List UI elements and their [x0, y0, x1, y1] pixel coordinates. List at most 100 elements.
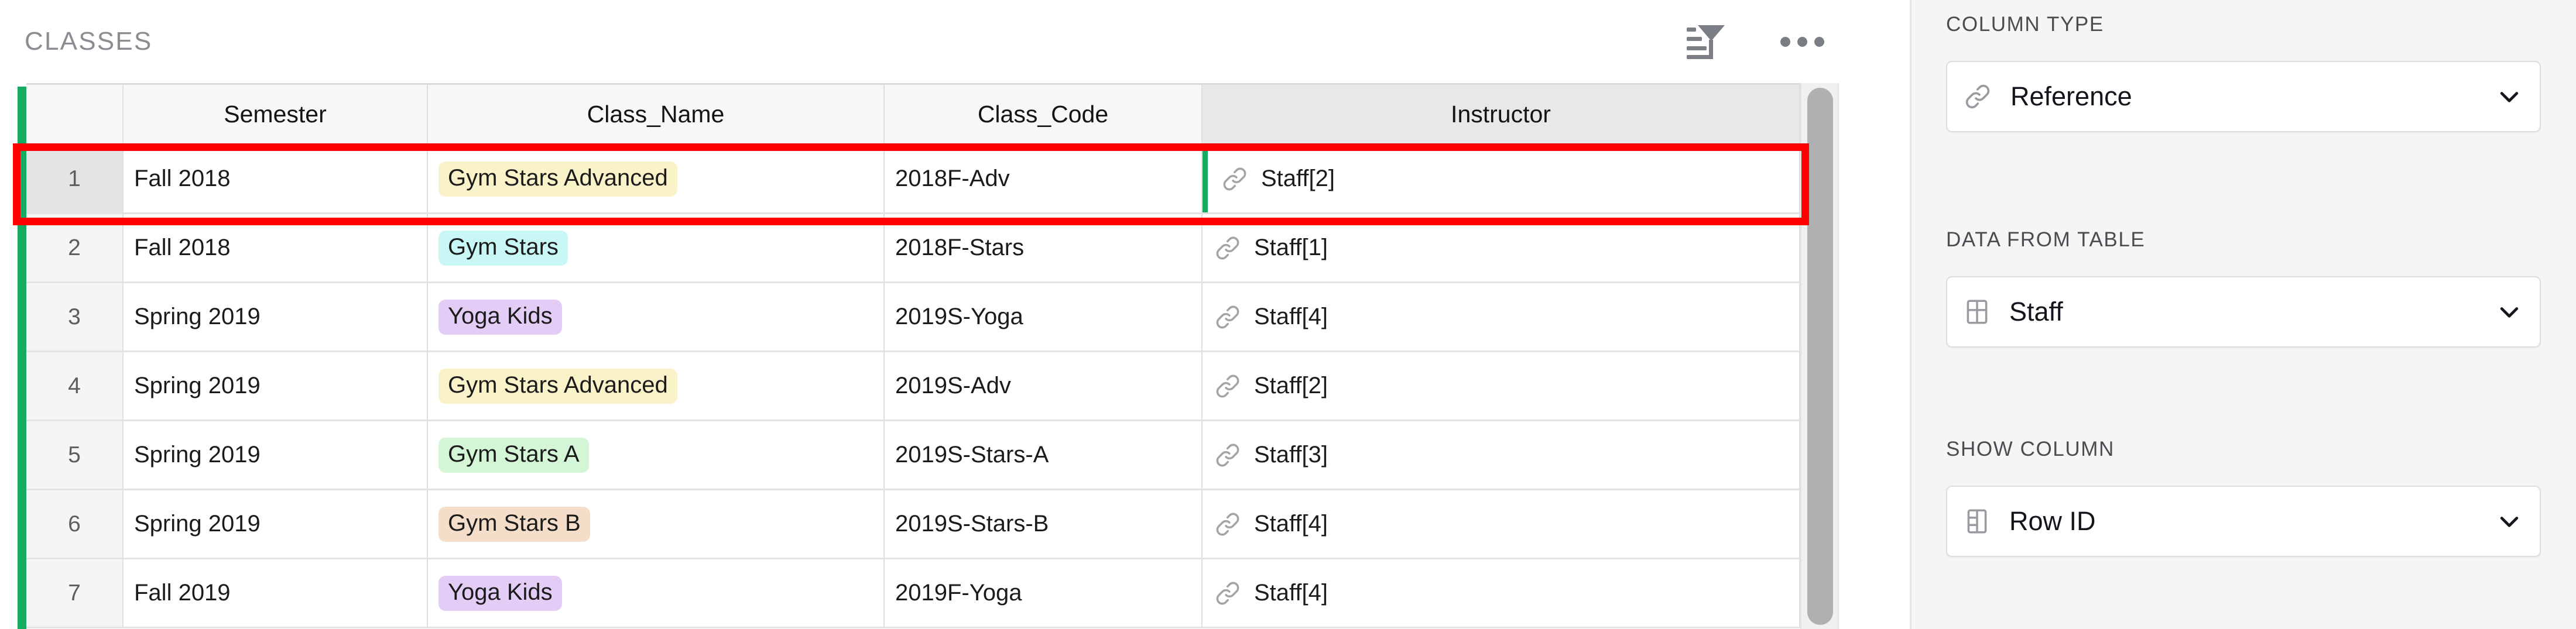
table-header-row: Semester Class_Name Class_Code Instructo…	[26, 83, 1800, 145]
column-header-class-code[interactable]: Class_Code	[885, 83, 1203, 145]
class-name-tag: Yoga Kids	[439, 575, 562, 611]
section-column-type: COLUMN TYPE Reference	[1946, 13, 2541, 132]
more-options-icon	[1780, 36, 1824, 47]
cell-semester[interactable]: Spring 2019	[124, 352, 428, 421]
row-number-cell[interactable]: 5	[26, 421, 124, 490]
cell-class-code[interactable]: 2019S-Stars-B	[885, 490, 1203, 559]
cell-class-name[interactable]: Gym Stars Advanced	[428, 145, 885, 214]
cell-instructor[interactable]: Staff[2]	[1203, 352, 1800, 421]
chevron-down-icon[interactable]	[2496, 84, 2522, 109]
class-name-tag: Gym Stars Advanced	[439, 161, 677, 197]
cell-class-code[interactable]: 2019S-Adv	[885, 352, 1203, 421]
row-number-cell[interactable]: 6	[26, 490, 124, 559]
reference-value: Staff[4]	[1213, 510, 1328, 539]
cell-class-code[interactable]: 2019S-Stars-A	[885, 421, 1203, 490]
cell-semester[interactable]: Fall 2018	[124, 145, 428, 214]
cell-class-code[interactable]: 2018F-Adv	[885, 145, 1203, 214]
column-type-select[interactable]: Reference	[1946, 61, 2541, 132]
reference-label: Staff[4]	[1254, 511, 1328, 537]
reference-value: Staff[2]	[1220, 164, 1335, 194]
cell-class-name[interactable]: Gym Stars	[428, 214, 885, 283]
column-header-semester[interactable]: Semester	[124, 83, 428, 145]
cell-class-name[interactable]: Gym Stars Advanced	[428, 352, 885, 421]
table-toolbar: CLASSES	[0, 0, 1911, 83]
cell-semester[interactable]: Fall 2019	[124, 559, 428, 628]
row-number-cell[interactable]: 1	[26, 145, 124, 214]
row-number-cell[interactable]: 2	[26, 214, 124, 283]
link-icon	[1962, 81, 1993, 112]
reference-label: Staff[2]	[1261, 166, 1335, 191]
reference-value: Staff[3]	[1213, 441, 1328, 470]
cell-instructor[interactable]: Staff[4]	[1203, 490, 1800, 559]
row-number-cell[interactable]: 3	[26, 283, 124, 352]
link-icon	[1213, 579, 1242, 608]
column-header-instructor[interactable]: Instructor	[1203, 83, 1800, 145]
row-number-cell[interactable]: 7	[26, 559, 124, 628]
column-inspector-panel: COLUMN TYPE Reference DATA FROM TABLE St…	[1911, 0, 2576, 629]
table-row[interactable]: 6 Spring 2019 Gym Stars B 2019S-Stars-B Staf…	[26, 490, 1800, 559]
cell-semester[interactable]: Fall 2018	[124, 214, 428, 283]
cell-class-code[interactable]: 2019S-Yoga	[885, 283, 1203, 352]
column-header-class-name[interactable]: Class_Name	[428, 83, 885, 145]
cell-class-name[interactable]: Yoga Kids	[428, 559, 885, 628]
cell-instructor[interactable]: Staff[3]	[1203, 421, 1800, 490]
sort-filter-button[interactable]	[1681, 19, 1726, 64]
column-header-rownum[interactable]	[26, 83, 124, 145]
cell-instructor[interactable]: Staff[4]	[1203, 559, 1800, 628]
selected-cell-marker	[1203, 145, 1208, 212]
cell-class-name[interactable]: Yoga Kids	[428, 283, 885, 352]
table-row[interactable]: 5 Spring 2019 Gym Stars A 2019S-Stars-A Staf…	[26, 421, 1800, 490]
classes-table-panel: CLASSES Semester Class_Name Class_Code I…	[0, 0, 1912, 629]
data-grid: Semester Class_Name Class_Code Instructo…	[0, 83, 1911, 629]
reference-value: Staff[4]	[1213, 579, 1328, 608]
more-options-button[interactable]	[1780, 19, 1824, 64]
show-column-select[interactable]: Row ID	[1946, 486, 2541, 557]
table-row[interactable]: 2 Fall 2018 Gym Stars 2018F-Stars Staff[1]	[26, 214, 1800, 283]
app-root: CLASSES Semester Class_Name Class_Code I…	[0, 0, 2576, 629]
row-number-cell[interactable]: 4	[26, 352, 124, 421]
cell-class-name[interactable]: Gym Stars A	[428, 421, 885, 490]
table-row[interactable]: 7 Fall 2019 Yoga Kids 2019F-Yoga Staff[4]	[26, 559, 1800, 628]
cell-semester[interactable]: Spring 2019	[124, 421, 428, 490]
link-icon	[1213, 233, 1242, 263]
vertical-scrollbar-thumb[interactable]	[1807, 88, 1833, 625]
cell-instructor[interactable]: Staff[2]	[1203, 145, 1800, 214]
table-body: 1 Fall 2018 Gym Stars Advanced 2018F-Adv Sta…	[26, 145, 1800, 628]
show-column-value: Row ID	[2009, 506, 2096, 536]
cell-class-code[interactable]: 2019F-Yoga	[885, 559, 1203, 628]
data-from-table-select[interactable]: Staff	[1946, 276, 2541, 348]
table-row[interactable]: 1 Fall 2018 Gym Stars Advanced 2018F-Adv Sta…	[26, 145, 1800, 214]
grid-viewport[interactable]: Semester Class_Name Class_Code Instructo…	[26, 83, 1800, 629]
section-data-from-table: DATA FROM TABLE Staff	[1946, 228, 2541, 348]
link-icon	[1213, 441, 1242, 470]
column-type-value: Reference	[2010, 81, 2132, 111]
reference-value: Staff[2]	[1213, 372, 1328, 401]
cell-class-code[interactable]: 2018F-Stars	[885, 214, 1203, 283]
table-row[interactable]: 3 Spring 2019 Yoga Kids 2019S-Yoga Staff[4]	[26, 283, 1800, 352]
chevron-down-icon[interactable]	[2496, 508, 2522, 534]
cell-instructor[interactable]: Staff[1]	[1203, 214, 1800, 283]
reference-value: Staff[4]	[1213, 303, 1328, 332]
column-icon	[1962, 507, 1992, 536]
class-name-tag: Gym Stars A	[439, 437, 589, 473]
class-name-tag: Gym Stars	[439, 230, 568, 266]
reference-label: Staff[3]	[1254, 442, 1328, 468]
class-name-tag: Yoga Kids	[439, 299, 562, 335]
cell-class-name[interactable]: Gym Stars B	[428, 490, 885, 559]
cell-semester[interactable]: Spring 2019	[124, 490, 428, 559]
reference-label: Staff[4]	[1254, 580, 1328, 606]
data-from-table-value: Staff	[2009, 297, 2063, 326]
selected-row-rail	[18, 87, 26, 629]
chevron-down-icon[interactable]	[2496, 299, 2522, 325]
reference-value: Staff[1]	[1213, 233, 1328, 263]
table-row[interactable]: 4 Spring 2019 Gym Stars Advanced 2019S-Adv S…	[26, 352, 1800, 421]
cell-semester[interactable]: Spring 2019	[124, 283, 428, 352]
section-label-show-column: SHOW COLUMN	[1946, 438, 2115, 460]
link-icon	[1213, 510, 1242, 539]
sort-filter-icon	[1686, 24, 1725, 59]
toolbar-actions	[1681, 19, 1911, 64]
section-label-data-from-table: DATA FROM TABLE	[1946, 228, 2146, 251]
section-label-column-type: COLUMN TYPE	[1946, 13, 2104, 36]
cell-instructor[interactable]: Staff[4]	[1203, 283, 1800, 352]
vertical-scrollbar[interactable]	[1800, 83, 1839, 629]
